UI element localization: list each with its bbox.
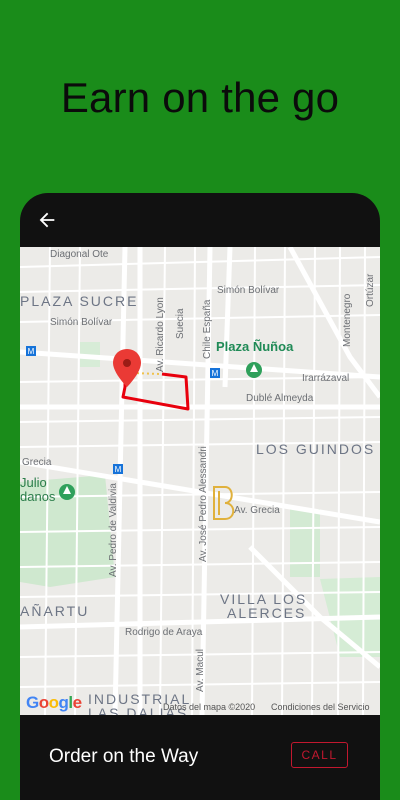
map-label: Rodrigo de Araya	[125, 627, 203, 638]
call-button[interactable]: CALL	[291, 742, 348, 768]
phone-frame: M M M Diagonal Ote PLAZA SUCRE Simón Bol…	[20, 193, 380, 800]
map-label: Av. Pedro de Valdivia	[108, 483, 119, 577]
svg-text:M: M	[212, 369, 219, 378]
map-label: Simón Bolívar	[217, 285, 280, 296]
route-map[interactable]: M M M Diagonal Ote PLAZA SUCRE Simón Bol…	[20, 247, 380, 715]
bottom-bar: Order on the Way CALL	[20, 715, 380, 800]
top-app-bar	[20, 193, 380, 247]
map-label: Av. Grecia	[234, 505, 280, 516]
map-label: Chile España	[202, 299, 213, 359]
map-label: Av. Macul	[195, 649, 206, 692]
map-label: Diagonal Ote	[50, 249, 109, 260]
map-label: Grecia	[22, 457, 52, 468]
business-logo-icon	[213, 486, 235, 520]
back-button[interactable]	[32, 205, 62, 235]
map-label: Av. José Pedro Alessandri	[198, 446, 209, 562]
back-arrow-icon	[39, 212, 55, 228]
order-status-text: Order on the Way	[49, 746, 199, 767]
map-label: ALERCES	[227, 605, 307, 621]
svg-text:M: M	[115, 465, 122, 474]
map-label: Dublé Almeyda	[246, 393, 314, 404]
map-data-attribution: Datos del mapa ©2020	[163, 702, 256, 712]
terms-link[interactable]: Condiciones del Servicio	[271, 702, 370, 712]
map-label: PLAZA SUCRE	[20, 293, 139, 309]
map-label: AÑARTU	[20, 603, 90, 619]
map-label: danos	[20, 489, 56, 504]
map-label: Irarrázaval	[302, 373, 350, 384]
map-label: Plaza Ñuñoa	[216, 339, 294, 354]
map-label: LOS GUINDOS	[256, 441, 376, 457]
map-label: Montenegro	[342, 293, 353, 347]
map-label: Suecia	[175, 308, 186, 339]
map-label: Simón Bolívar	[50, 317, 113, 328]
svg-text:M: M	[28, 347, 35, 356]
headline: Earn on the go	[60, 74, 340, 121]
map-label: Av. Ricardo Lyon	[155, 297, 166, 372]
map-label: Ortúzar	[365, 273, 376, 307]
google-logo: Google	[26, 693, 82, 712]
map-label: Julio	[20, 475, 47, 490]
